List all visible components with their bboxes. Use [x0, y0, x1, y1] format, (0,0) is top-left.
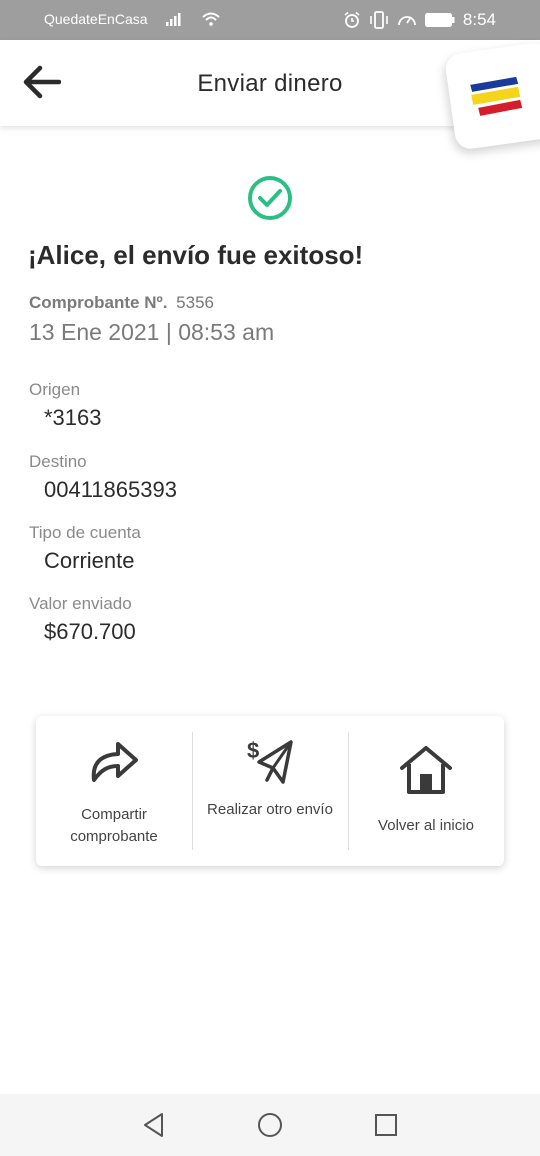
share-receipt-label: Compartir comprobante [70, 806, 158, 845]
receipt-label: Comprobante Nº. [29, 293, 168, 312]
home-icon [400, 746, 452, 794]
carrier-label: QuedateEnCasa [44, 11, 148, 27]
nav-back-button[interactable] [140, 1111, 168, 1139]
share-receipt-button[interactable]: Compartir comprobante [36, 716, 192, 866]
triangle-back-icon [144, 1113, 163, 1137]
alarm-icon [343, 11, 361, 29]
share-arrow-icon [91, 742, 138, 782]
clock-time: 8:54 [462, 10, 496, 29]
account-type-value: Corriente [44, 548, 135, 573]
check-circle-icon [248, 176, 292, 220]
back-home-label: Volver al inicio [378, 817, 474, 834]
amount-label: Valor enviado [29, 594, 132, 613]
origin-label: Origen [29, 380, 81, 399]
actions-card: Compartir comprobante $ Realizar otro en… [36, 716, 504, 866]
account-type-label: Tipo de cuenta [29, 523, 141, 542]
circle-home-icon [258, 1113, 282, 1137]
battery-icon [424, 13, 455, 27]
signal-icon [165, 12, 184, 26]
send-again-label: Realizar otro envío [207, 801, 333, 818]
status-bar: QuedateEnCasa 8:54 [0, 0, 540, 40]
money-plane-icon: $ [247, 738, 293, 784]
vibrate-icon [369, 11, 389, 29]
wifi-icon [201, 12, 220, 26]
system-nav-bar [0, 1094, 540, 1156]
send-again-button[interactable]: $ Realizar otro envío [192, 716, 348, 866]
amount-value: $670.700 [44, 619, 136, 644]
destination-value: 00411865393 [44, 477, 177, 502]
bank-logo [443, 41, 540, 151]
destination-label: Destino [29, 452, 87, 471]
back-home-button[interactable]: Volver al inicio [348, 716, 504, 866]
nav-recents-button[interactable] [372, 1111, 400, 1139]
svg-text:$: $ [247, 738, 259, 763]
origin-value: *3163 [44, 405, 102, 430]
transaction-datetime: 13 Ene 2021 | 08:53 am [29, 319, 275, 345]
success-title: ¡Alice, el envío fue exitoso! [28, 240, 364, 270]
square-recents-icon [375, 1114, 397, 1136]
receipt-line: Comprobante Nº. 5356 [29, 293, 214, 313]
receipt-number: 5356 [176, 293, 214, 312]
speed-icon [397, 11, 417, 29]
nav-home-button[interactable] [256, 1111, 284, 1139]
